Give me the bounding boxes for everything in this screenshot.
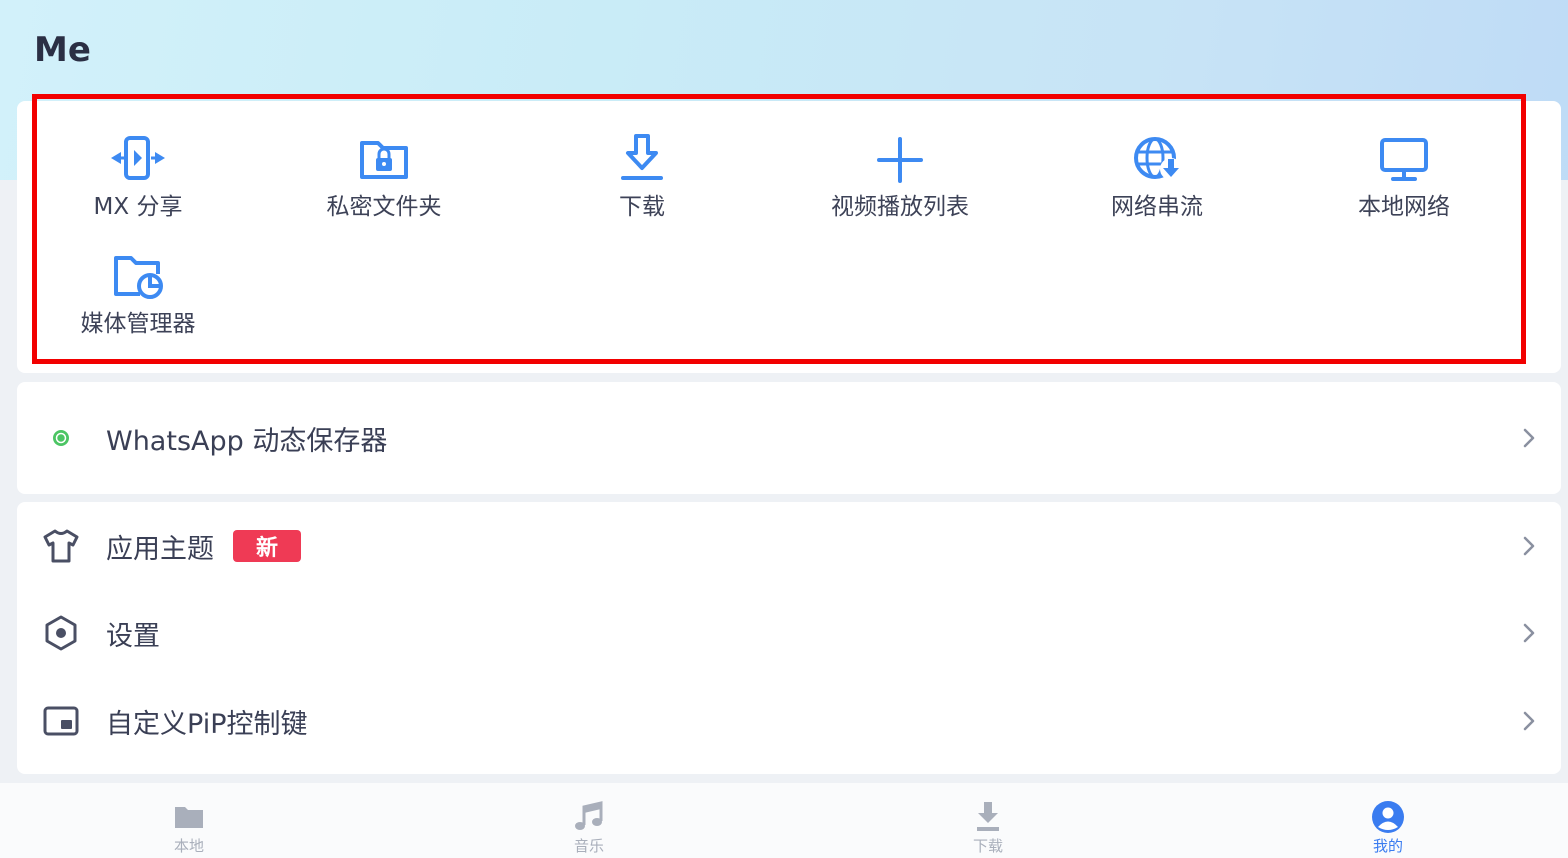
chevron-right-icon bbox=[1523, 428, 1535, 448]
network-stream-icon bbox=[1134, 137, 1182, 180]
whatsapp-row-label: WhatsApp 动态保存器 bbox=[106, 425, 388, 457]
media-manager-icon bbox=[114, 256, 163, 299]
app-theme-row[interactable]: 应用主题 新 bbox=[17, 502, 1561, 590]
chevron-right-icon bbox=[1523, 711, 1535, 731]
nav-label: 音乐 bbox=[573, 837, 604, 855]
mx-share-button[interactable]: MX 分享 bbox=[28, 131, 248, 241]
download-icon bbox=[621, 134, 663, 180]
tool-label: 视频播放列表 bbox=[831, 194, 969, 220]
nav-label: 我的 bbox=[1372, 837, 1403, 855]
nav-label: 下载 bbox=[972, 837, 1003, 855]
tool-label: 网络串流 bbox=[1111, 194, 1203, 220]
download-button[interactable]: 下载 bbox=[532, 131, 752, 241]
monitor-icon bbox=[1380, 138, 1428, 181]
music-icon bbox=[575, 801, 603, 830]
tool-label: 媒体管理器 bbox=[80, 311, 196, 337]
chevron-right-icon bbox=[1523, 623, 1535, 643]
tool-label: 本地网络 bbox=[1358, 194, 1450, 220]
tools-card: MX 分享 私密文件夹 下载 视频播放列表 网络串流 本地网络 媒体管理器 bbox=[17, 101, 1561, 373]
whatsapp-icon bbox=[39, 416, 83, 460]
user-icon bbox=[1372, 801, 1404, 833]
download-icon bbox=[977, 802, 999, 831]
mx-share-icon bbox=[111, 136, 165, 180]
private-folder-button[interactable]: 私密文件夹 bbox=[274, 131, 494, 241]
private-folder-icon bbox=[360, 141, 408, 179]
new-badge: 新 bbox=[233, 530, 301, 562]
media-manager-button[interactable]: 媒体管理器 bbox=[28, 248, 248, 358]
nav-tab-me[interactable]: 我的 bbox=[1328, 783, 1448, 858]
shirt-icon bbox=[39, 524, 83, 568]
nav-tab-music[interactable]: 音乐 bbox=[529, 783, 649, 858]
nav-tab-local[interactable]: 本地 bbox=[129, 783, 249, 858]
settings-label: 设置 bbox=[106, 620, 160, 652]
nav-tab-download[interactable]: 下载 bbox=[928, 783, 1048, 858]
video-playlist-button[interactable]: 视频播放列表 bbox=[790, 131, 1010, 241]
whatsapp-status-saver-row[interactable]: WhatsApp 动态保存器 bbox=[17, 394, 1561, 482]
bottom-navigation: 本地 音乐 下载 我的 bbox=[0, 783, 1568, 858]
whatsapp-card: WhatsApp 动态保存器 bbox=[17, 382, 1561, 494]
chevron-right-icon bbox=[1523, 536, 1535, 556]
folder-icon bbox=[175, 807, 203, 828]
settings-hexagon-icon bbox=[39, 611, 83, 655]
page-title: Me bbox=[34, 30, 91, 70]
custom-pip-label: 自定义PiP控制键 bbox=[106, 708, 308, 740]
tool-label: 下载 bbox=[619, 194, 665, 220]
settings-list-card: 应用主题 新 设置 自定义PiP控制键 bbox=[17, 502, 1561, 774]
network-stream-button[interactable]: 网络串流 bbox=[1047, 131, 1267, 241]
app-theme-label: 应用主题 bbox=[106, 533, 214, 565]
pip-icon bbox=[39, 699, 83, 743]
tool-label: MX 分享 bbox=[93, 194, 183, 220]
nav-label: 本地 bbox=[173, 837, 204, 855]
custom-pip-controls-row[interactable]: 自定义PiP控制键 bbox=[17, 677, 1561, 765]
settings-row[interactable]: 设置 bbox=[17, 589, 1561, 677]
tool-label: 私密文件夹 bbox=[326, 194, 442, 220]
plus-icon bbox=[877, 137, 923, 183]
local-network-button[interactable]: 本地网络 bbox=[1294, 131, 1514, 241]
